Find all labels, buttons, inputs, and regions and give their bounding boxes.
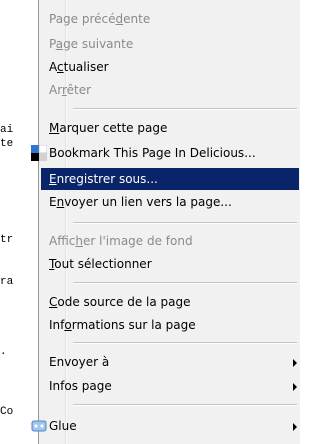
- glue-icon: [31, 420, 47, 432]
- context-menu: Page précédente Page suivante Actualiser…: [31, 0, 300, 444]
- menu-separator: [73, 342, 297, 344]
- menu-item-marquer-cette-page[interactable]: Marquer cette page: [41, 117, 299, 139]
- menu-item-envoyer-lien[interactable]: Envoyer un lien vers la page...: [41, 191, 299, 213]
- menu-separator: [73, 108, 297, 110]
- menu-item-infos-page[interactable]: Infos page: [41, 375, 299, 397]
- menu-item-bookmark-delicious[interactable]: Bookmark This Page In Delicious...: [31, 142, 299, 164]
- background-page-text: ai te tr ra . Co: [0, 0, 40, 444]
- bg-fragment: .: [0, 346, 7, 358]
- menu-item-envoyer-a[interactable]: Envoyer à: [41, 351, 299, 373]
- menu-separator: [73, 222, 297, 224]
- menu-separator: [73, 282, 297, 284]
- bg-fragment: Co: [0, 406, 14, 418]
- menu-item-glue[interactable]: Glue: [31, 415, 299, 437]
- bg-fragment: te: [0, 138, 14, 150]
- bg-fragment: tr: [0, 234, 14, 246]
- menu-item-page-precedente[interactable]: Page précédente: [41, 8, 299, 30]
- menu-item-tout-selectionner[interactable]: Tout sélectionner: [41, 253, 299, 275]
- menu-item-code-source[interactable]: Code source de la page: [41, 291, 299, 313]
- delicious-icon: [31, 145, 47, 161]
- menu-item-arreter[interactable]: Arrêter: [41, 79, 299, 101]
- submenu-arrow-icon: [293, 423, 297, 431]
- menu-item-actualiser[interactable]: Actualiser: [41, 56, 299, 78]
- menu-item-page-suivante[interactable]: Page suivante: [41, 33, 299, 55]
- menu-item-enregistrer-sous[interactable]: Enregistrer sous...: [41, 168, 299, 190]
- menu-separator: [73, 404, 297, 406]
- submenu-arrow-icon: [293, 359, 297, 367]
- menu-item-informations-page[interactable]: Informations sur la page: [41, 314, 299, 336]
- bg-fragment: ai: [0, 124, 14, 136]
- bg-fragment: ra: [0, 276, 14, 288]
- submenu-arrow-icon: [293, 383, 297, 391]
- menu-item-afficher-image-fond[interactable]: Afficher l'image de fond: [41, 230, 299, 252]
